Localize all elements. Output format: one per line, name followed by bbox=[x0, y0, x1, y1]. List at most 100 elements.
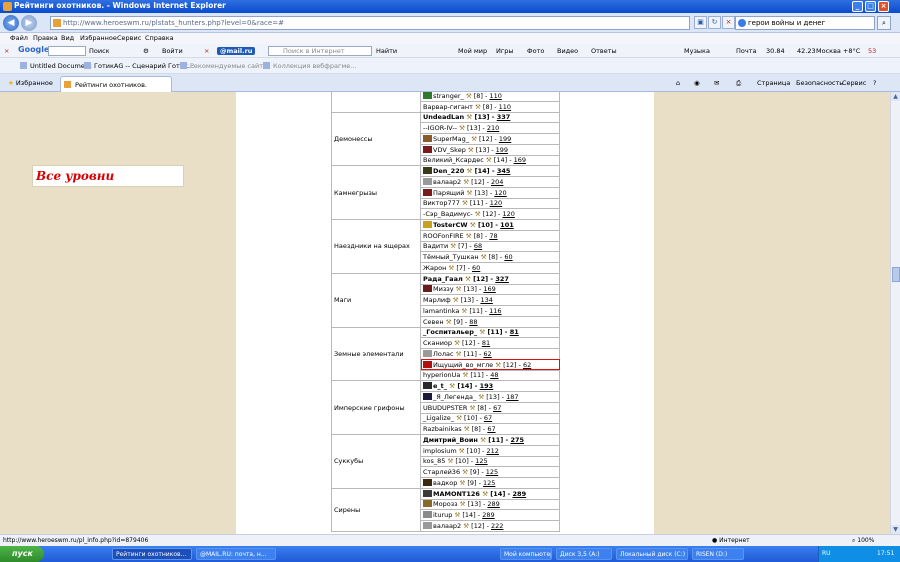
hunter-entry[interactable]: валаар2 ⚒ [12] - 204 bbox=[420, 176, 560, 188]
task-drive-d[interactable]: RISEN (D:) bbox=[692, 548, 744, 560]
hunter-entry[interactable]: Razbainikas ⚒ [8] - 67 bbox=[420, 423, 560, 435]
close-toolbar-icon[interactable]: × bbox=[4, 47, 9, 55]
hunter-entry[interactable]: UndeadLan ⚒ [13] - 337 bbox=[420, 111, 560, 124]
tab-hunters-rating[interactable]: Рейтинги охотников. bbox=[60, 76, 172, 92]
hunter-score[interactable]: 116 bbox=[489, 307, 501, 315]
minimize-button[interactable]: _ bbox=[852, 1, 863, 12]
clan-icon[interactable] bbox=[423, 220, 432, 228]
hunter-entry[interactable]: iturup ⚒ [14] - 289 bbox=[420, 509, 560, 521]
hunter-name[interactable]: валаар2 bbox=[433, 522, 461, 530]
menu-view[interactable]: Вид bbox=[61, 34, 74, 42]
hunter-score[interactable]: 101 bbox=[500, 221, 514, 229]
hunter-name[interactable]: Вадити bbox=[423, 242, 448, 250]
hunter-name[interactable]: kos_85 bbox=[423, 457, 445, 465]
hunter-name[interactable]: hyperionUa bbox=[423, 371, 460, 379]
hunter-score[interactable]: 67 bbox=[493, 404, 501, 412]
hunter-score[interactable]: 169 bbox=[483, 285, 495, 293]
hunter-entry[interactable]: Ищущий_во_мгле ⚒ [12] - 62 bbox=[420, 358, 560, 371]
hunter-score[interactable]: 120 bbox=[502, 210, 514, 218]
clan-icon[interactable] bbox=[423, 92, 432, 99]
hunter-name[interactable]: Razbainikas bbox=[423, 425, 462, 433]
link-video[interactable]: Видео bbox=[557, 47, 578, 55]
hunter-entry[interactable]: Марлиф ⚒ [13] - 134 bbox=[420, 294, 560, 306]
mailru-search-input[interactable]: Поиск в Интернет bbox=[268, 46, 372, 56]
clan-icon[interactable] bbox=[423, 500, 432, 508]
hunter-score[interactable]: 68 bbox=[474, 242, 482, 250]
url-field[interactable]: http://www.heroeswm.ru/plstats_hunters.p… bbox=[50, 16, 690, 30]
hunter-entry[interactable]: Севен ⚒ [9] - 88 bbox=[420, 315, 560, 328]
hunter-entry[interactable]: Миззу ⚒ [13] - 169 bbox=[420, 283, 560, 296]
hunter-name[interactable]: Лолас bbox=[433, 350, 454, 358]
forward-button[interactable]: ▶ bbox=[21, 15, 37, 31]
task-mailru[interactable]: @MAIL.RU: почта, н... bbox=[196, 548, 276, 560]
hunter-score[interactable]: 110 bbox=[499, 103, 511, 111]
google-search-field[interactable] bbox=[48, 46, 86, 56]
hunter-entry[interactable]: lamantinka ⚒ [11] - 116 bbox=[420, 305, 560, 317]
link-recommended[interactable]: Рекомендуемые сайты bbox=[180, 62, 268, 70]
hunter-name[interactable]: Ищущий_во_мгле bbox=[433, 361, 493, 369]
language-indicator[interactable]: RU bbox=[822, 550, 831, 557]
hunter-score[interactable]: 62 bbox=[523, 361, 531, 369]
search-icon[interactable]: ⌕ bbox=[877, 16, 891, 30]
hunter-entry[interactable]: Тёмный_Тушкан ⚒ [8] - 60 bbox=[420, 251, 560, 263]
mail-button[interactable]: Почта bbox=[736, 47, 756, 55]
hunter-entry[interactable]: Жарон ⚒ [7] - 60 bbox=[420, 262, 560, 274]
hunter-score[interactable]: 222 bbox=[491, 522, 503, 530]
link-answers[interactable]: Ответы bbox=[591, 47, 617, 55]
refresh-icon[interactable]: ↻ bbox=[708, 16, 721, 29]
scroll-down-icon[interactable]: ▼ bbox=[891, 525, 900, 534]
hunter-name[interactable]: Севен bbox=[423, 318, 444, 326]
mail-icon[interactable]: ✉ bbox=[714, 79, 719, 87]
clan-icon[interactable] bbox=[423, 360, 432, 368]
favorites-button[interactable]: ★ Избранное bbox=[8, 79, 53, 87]
clan-icon[interactable] bbox=[423, 392, 432, 400]
maximize-button[interactable]: □ bbox=[865, 1, 876, 12]
hunter-name[interactable]: Сканиор bbox=[423, 339, 452, 347]
hunter-score[interactable]: 345 bbox=[497, 167, 511, 175]
hunter-entry[interactable]: kos_85 ⚒ [10] - 125 bbox=[420, 455, 560, 468]
hunter-entry[interactable]: валаар2 ⚒ [12] - 222 bbox=[420, 520, 560, 532]
menu-favorites[interactable]: Избранное bbox=[80, 34, 117, 42]
clan-icon[interactable] bbox=[423, 511, 432, 519]
safety-menu[interactable]: Безопасность bbox=[796, 79, 843, 87]
clan-icon[interactable] bbox=[423, 134, 432, 142]
hunter-entry[interactable]: implosium ⚒ [10] - 212 bbox=[420, 444, 560, 457]
hunter-entry[interactable]: -Сэр_Вадимус- ⚒ [12] - 120 bbox=[420, 208, 560, 220]
hunter-entry[interactable]: Морозз ⚒ [13] - 289 bbox=[420, 498, 560, 511]
hunter-name[interactable]: Варвар-гигант bbox=[423, 103, 473, 111]
hunter-entry[interactable]: Виктор777 ⚒ [11] - 120 bbox=[420, 197, 560, 210]
hunter-score[interactable]: 88 bbox=[469, 318, 477, 326]
mailru-logo[interactable]: @mail.ru bbox=[217, 47, 256, 55]
hunter-entry[interactable]: Лолас ⚒ [11] - 62 bbox=[420, 348, 560, 360]
hunter-name[interactable]: Тёмный_Тушкан bbox=[423, 253, 479, 261]
level-selector[interactable]: Все уровни bbox=[32, 165, 184, 187]
hunter-entry[interactable]: Den_220 ⚒ [14] - 345 bbox=[420, 165, 560, 177]
hunter-name[interactable]: -Сэр_Вадимус- bbox=[423, 210, 473, 218]
hunter-entry[interactable]: вадкор ⚒ [9] - 125 bbox=[420, 477, 560, 489]
hunter-name[interactable]: SuperMag_ bbox=[433, 135, 469, 143]
hunter-entry[interactable]: Вадити ⚒ [7] - 68 bbox=[420, 240, 560, 253]
hunter-name[interactable]: Жарон bbox=[423, 264, 446, 272]
clan-icon[interactable] bbox=[423, 177, 432, 185]
hunter-entry[interactable]: ROOFonFIRE ⚒ [8] - 78 bbox=[420, 229, 560, 242]
hunter-score[interactable]: 199 bbox=[496, 146, 508, 154]
task-drive-c[interactable]: Локальный диск (C:) bbox=[616, 548, 688, 560]
hunter-entry[interactable]: --IGOR-IV-- ⚒ [13] - 210 bbox=[420, 122, 560, 134]
hunter-name[interactable]: Морозз bbox=[433, 500, 458, 508]
clan-icon[interactable] bbox=[423, 188, 432, 196]
page-menu[interactable]: Страница bbox=[757, 79, 790, 87]
hunter-name[interactable]: UBUDUPSTER bbox=[423, 404, 467, 412]
compat-view-icon[interactable]: ▣ bbox=[694, 16, 707, 29]
hunter-score[interactable]: 327 bbox=[495, 275, 509, 283]
google-search-button[interactable]: Поиск bbox=[89, 47, 110, 55]
vertical-scrollbar[interactable]: ▲ ▼ bbox=[890, 92, 900, 534]
hunter-name[interactable]: stranger_ bbox=[433, 92, 464, 100]
clan-icon[interactable] bbox=[423, 521, 432, 529]
hunter-name[interactable]: вадкор bbox=[433, 479, 457, 487]
hunter-name[interactable]: _Я_Легенда_ bbox=[433, 393, 476, 401]
clan-icon[interactable] bbox=[423, 382, 432, 390]
hunter-entry[interactable]: Дмитрий_Воин ⚒ [11] - 275 bbox=[420, 434, 560, 446]
hunter-score[interactable]: 67 bbox=[484, 414, 492, 422]
hunter-name[interactable]: Великий_Ксардес bbox=[423, 156, 484, 164]
google-login-button[interactable]: Войти bbox=[162, 47, 183, 55]
